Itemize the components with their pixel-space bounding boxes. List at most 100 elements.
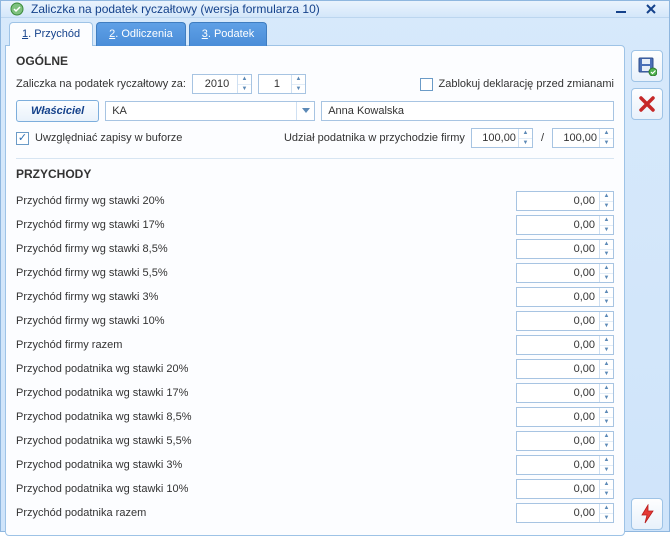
revenue-value: 0,00: [517, 459, 599, 471]
tab-odliczenia[interactable]: 2. Odliczenia: [96, 22, 186, 46]
spin-up-icon: ▲: [600, 264, 613, 274]
revenue-spin[interactable]: ▲▼: [599, 288, 613, 306]
year-spin[interactable]: ▲▼: [237, 75, 251, 93]
revenue-value-field[interactable]: 0,00▲▼: [516, 215, 614, 235]
revenue-spin[interactable]: ▲▼: [599, 192, 613, 210]
spin-down-icon: ▼: [600, 202, 613, 211]
close-button[interactable]: [639, 1, 663, 17]
spin-down-icon: ▼: [238, 85, 251, 94]
spin-down-icon: ▼: [600, 226, 613, 235]
spin-down-icon: ▼: [600, 394, 613, 403]
revenue-row-label: Przychod podatnika wg stawki 8,5%: [16, 411, 191, 423]
revenue-row-label: Przychod podatnika wg stawki 10%: [16, 483, 188, 495]
flash-button[interactable]: [631, 498, 663, 530]
revenue-spin[interactable]: ▲▼: [599, 480, 613, 498]
tab-podatek[interactable]: 3. Podatek: [189, 22, 268, 46]
owner-button[interactable]: Właściciel: [16, 100, 99, 122]
revenue-row-label: Przychod podatnika wg stawki 17%: [16, 387, 188, 399]
revenue-value: 0,00: [517, 483, 599, 495]
buffer-checkbox[interactable]: [16, 132, 29, 145]
spin-up-icon: ▲: [600, 480, 613, 490]
section-general-title: OGÓLNE: [16, 54, 614, 68]
year-field[interactable]: 2010 ▲▼: [192, 74, 252, 94]
revenue-row: Przychód firmy wg stawki 8,5%0,00▲▼: [16, 237, 614, 261]
revenue-spin[interactable]: ▲▼: [599, 336, 613, 354]
share-den-spin[interactable]: ▲▼: [599, 129, 613, 147]
cancel-button[interactable]: [631, 88, 663, 120]
revenue-value: 0,00: [517, 195, 599, 207]
revenue-value: 0,00: [517, 411, 599, 423]
spin-down-icon: ▼: [600, 490, 613, 499]
revenue-value-field[interactable]: 0,00▲▼: [516, 503, 614, 523]
revenue-row: Przychód firmy wg stawki 20%0,00▲▼: [16, 189, 614, 213]
revenue-row-label: Przychód podatnika razem: [16, 507, 146, 519]
revenue-row-label: Przychód firmy wg stawki 17%: [16, 219, 165, 231]
month-value: 1: [263, 78, 291, 90]
revenue-spin[interactable]: ▲▼: [599, 216, 613, 234]
share-num-spin[interactable]: ▲▼: [518, 129, 532, 147]
window: Zaliczka na podatek ryczałtowy (wersja f…: [0, 0, 670, 532]
revenue-spin[interactable]: ▲▼: [599, 312, 613, 330]
save-button[interactable]: [631, 50, 663, 82]
revenue-spin[interactable]: ▲▼: [599, 504, 613, 522]
revenue-value-field[interactable]: 0,00▲▼: [516, 383, 614, 403]
revenue-value: 0,00: [517, 315, 599, 327]
owner-name-value: Anna Kowalska: [328, 105, 404, 117]
month-field[interactable]: 1 ▲▼: [258, 74, 306, 94]
spin-down-icon: ▼: [600, 346, 613, 355]
revenue-spin[interactable]: ▲▼: [599, 384, 613, 402]
revenue-value-field[interactable]: 0,00▲▼: [516, 431, 614, 451]
spin-up-icon: ▲: [600, 360, 613, 370]
revenue-spin[interactable]: ▲▼: [599, 456, 613, 474]
revenue-value-field[interactable]: 0,00▲▼: [516, 407, 614, 427]
revenue-value-field[interactable]: 0,00▲▼: [516, 455, 614, 475]
revenue-spin[interactable]: ▲▼: [599, 240, 613, 258]
owner-row: Właściciel KA Anna Kowalska: [16, 100, 614, 122]
revenue-value-field[interactable]: 0,00▲▼: [516, 311, 614, 331]
revenue-value-field[interactable]: 0,00▲▼: [516, 359, 614, 379]
revenue-spin[interactable]: ▲▼: [599, 408, 613, 426]
lock-checkbox[interactable]: [420, 78, 433, 91]
month-spin[interactable]: ▲▼: [291, 75, 305, 93]
spin-up-icon: ▲: [600, 384, 613, 394]
spin-down-icon: ▼: [600, 514, 613, 523]
section-revenue-title: PRZYCHODY: [16, 167, 614, 181]
revenue-value-field[interactable]: 0,00▲▼: [516, 335, 614, 355]
revenue-value: 0,00: [517, 267, 599, 279]
revenue-value-field[interactable]: 0,00▲▼: [516, 287, 614, 307]
spin-up-icon: ▲: [600, 192, 613, 202]
lock-label: Zablokuj deklarację przed zmianami: [439, 78, 614, 90]
spin-down-icon: ▼: [600, 442, 613, 451]
revenue-spin[interactable]: ▲▼: [599, 360, 613, 378]
revenue-spin[interactable]: ▲▼: [599, 432, 613, 450]
spin-down-icon: ▼: [292, 85, 305, 94]
spin-down-icon: ▼: [600, 274, 613, 283]
spin-down-icon: ▼: [600, 322, 613, 331]
share-numerator-field[interactable]: 100,00 ▲▼: [471, 128, 533, 148]
revenue-value-field[interactable]: 0,00▲▼: [516, 191, 614, 211]
revenue-row: Przychód firmy razem0,00▲▼: [16, 333, 614, 357]
revenue-value-field[interactable]: 0,00▲▼: [516, 239, 614, 259]
spin-up-icon: ▲: [600, 216, 613, 226]
revenue-value-field[interactable]: 0,00▲▼: [516, 263, 614, 283]
buffer-label: Uwzględniać zapisy w buforze: [35, 132, 182, 144]
spin-up-icon: ▲: [600, 240, 613, 250]
revenue-row-label: Przychód firmy wg stawki 10%: [16, 315, 165, 327]
panel: OGÓLNE Zaliczka na podatek ryczałtowy za…: [5, 45, 625, 536]
tab-przychód[interactable]: 1. Przychód: [9, 22, 93, 46]
spin-down-icon: ▼: [600, 370, 613, 379]
window-controls: [609, 1, 663, 17]
revenue-row: Przychód firmy wg stawki 17% 0,00▲▼: [16, 213, 614, 237]
chevron-down-icon[interactable]: [296, 102, 314, 120]
minimize-button[interactable]: [609, 1, 633, 17]
side-toolbar: [629, 22, 665, 536]
revenue-spin[interactable]: ▲▼: [599, 264, 613, 282]
spin-up-icon: ▲: [600, 336, 613, 346]
owner-code-combo[interactable]: KA: [105, 101, 315, 121]
spin-down-icon: ▼: [600, 250, 613, 259]
revenue-value-field[interactable]: 0,00▲▼: [516, 479, 614, 499]
share-denominator-field[interactable]: 100,00 ▲▼: [552, 128, 614, 148]
share-num-value: 100,00: [472, 132, 518, 144]
revenue-row: Przychod podatnika wg stawki 10% 0,00▲▼: [16, 477, 614, 501]
revenue-row: Przychód firmy wg stawki 3%0,00▲▼: [16, 285, 614, 309]
